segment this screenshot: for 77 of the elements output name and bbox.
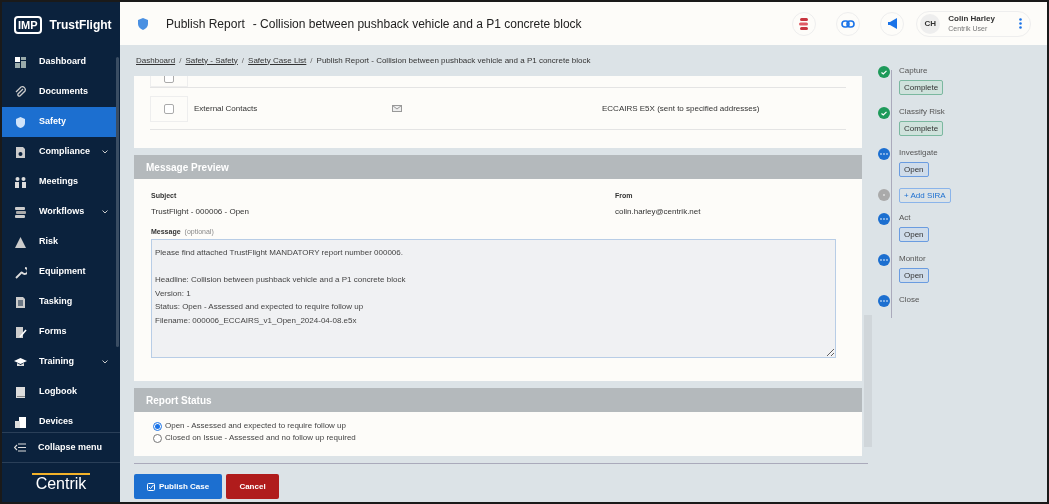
cancel-button[interactable]: Cancel xyxy=(226,474,279,499)
form-icon xyxy=(14,325,27,339)
sidebar-item[interactable]: Training xyxy=(2,347,116,377)
sidebar-item[interactable]: Tasking xyxy=(2,287,116,317)
logo-badge: IMP xyxy=(14,15,42,34)
sidebar-item[interactable]: Workflows xyxy=(2,197,116,227)
radio-option[interactable]: Closed on Issue - Assessed and no follow up required xyxy=(153,432,843,444)
page-subtitle: - Collision between pushback vehicle and a P1 concrete block xyxy=(252,15,582,33)
shield-icon xyxy=(136,16,150,31)
check-circle-icon xyxy=(878,107,890,119)
sidebar-item[interactable]: Forms xyxy=(2,317,116,347)
step-label: Close xyxy=(899,294,920,306)
sidebar-item[interactable]: Safety xyxy=(2,107,116,137)
checkbox[interactable] xyxy=(164,103,174,114)
document-icon xyxy=(14,145,27,159)
sidebar-item[interactable]: Devices xyxy=(2,407,116,432)
step-label: Act xyxy=(899,212,912,224)
step-label: Capture xyxy=(899,65,929,77)
devices-icon xyxy=(14,415,27,429)
envelope-icon xyxy=(392,105,402,112)
radio-button[interactable] xyxy=(153,433,162,443)
step-label: Classify Risk xyxy=(899,106,945,118)
add-button[interactable]: + Add SIRA xyxy=(899,188,951,203)
step-label: Investigate xyxy=(899,147,938,159)
status-button[interactable]: Open xyxy=(899,162,929,177)
section-header: Message Preview xyxy=(134,155,862,179)
radio-option[interactable]: Open - Assessed and expected to require follow up xyxy=(153,420,843,432)
document-icon xyxy=(14,295,27,309)
collapse-icon xyxy=(14,443,26,452)
book-icon xyxy=(14,385,27,399)
shield-icon xyxy=(14,115,27,129)
section-header: Report Status xyxy=(134,388,862,412)
message-field[interactable]: Please find attached TrustFlight MANDATORY report number 000006. Headline: Collision between pushback vehicle and a P1 concrete block Version: 1 Status: Open - Assessed and expected to require follow up Filename: 000006_ECCAIRS_v1_Open_2024-04-08.e5x xyxy=(151,239,836,358)
chevron-down-icon xyxy=(102,360,108,364)
people-icon xyxy=(14,175,27,189)
breadcrumb-separator: / xyxy=(241,54,245,67)
checkbox-icon xyxy=(146,482,155,491)
breadcrumb-separator: / xyxy=(310,54,313,67)
page-title: Publish Report xyxy=(166,15,245,33)
from-value: colin.harley@centrik.net xyxy=(615,205,701,218)
chevron-down-icon xyxy=(102,150,108,154)
stack-icon xyxy=(14,205,27,219)
sidebar-item[interactable]: Dashboard xyxy=(2,47,116,77)
breadcrumb-separator: / xyxy=(179,54,182,67)
checkbox[interactable] xyxy=(164,76,174,83)
breadcrumb-current: Publish Report - Collision between pushback vehicle and a P1 concrete block xyxy=(316,54,591,67)
status-button[interactable]: Open xyxy=(899,268,929,283)
kebab-menu-icon[interactable] xyxy=(1019,18,1022,29)
breadcrumb-link[interactable]: Safety Case List xyxy=(248,54,307,67)
user-name: Colin Harley xyxy=(948,13,995,24)
dashboard-icon xyxy=(14,55,27,69)
paperclip-icon xyxy=(14,85,27,99)
sidebar-item[interactable]: Risk xyxy=(2,227,116,257)
breadcrumb-link[interactable]: Safety - Safety xyxy=(185,54,238,67)
status-button[interactable]: Complete xyxy=(899,80,944,95)
sidebar-item[interactable]: Logbook xyxy=(2,377,116,407)
check-circle-icon xyxy=(878,66,890,78)
scrollbar[interactable] xyxy=(116,57,119,347)
brand-name: TrustFlight xyxy=(49,16,112,34)
warning-icon xyxy=(14,235,27,249)
sidebar-item[interactable]: Meetings xyxy=(2,167,116,197)
status-button[interactable]: Complete xyxy=(899,121,944,136)
sidebar-item[interactable]: Equipment xyxy=(2,257,116,287)
step-label: Monitor xyxy=(899,253,927,265)
breadcrumb-link[interactable]: Dashboard xyxy=(136,54,176,67)
report-format: ECCAIRS E5X (sent to specified addresses) xyxy=(602,102,760,115)
chevron-down-icon xyxy=(102,210,108,214)
publish-button[interactable]: Publish Case xyxy=(134,474,222,499)
footer-logo: Centrik xyxy=(31,472,91,493)
recipient-name: External Contacts xyxy=(193,102,259,115)
graduation-cap-icon xyxy=(14,355,27,369)
status-button[interactable]: Open xyxy=(899,227,929,242)
wrench-icon xyxy=(14,265,27,279)
subject-value: TrustFlight - 000006 - Open xyxy=(151,205,250,218)
user-avatar: CH xyxy=(920,13,941,34)
sidebar-item[interactable]: Documents xyxy=(2,77,116,107)
sidebar-item[interactable]: Compliance xyxy=(2,137,116,167)
